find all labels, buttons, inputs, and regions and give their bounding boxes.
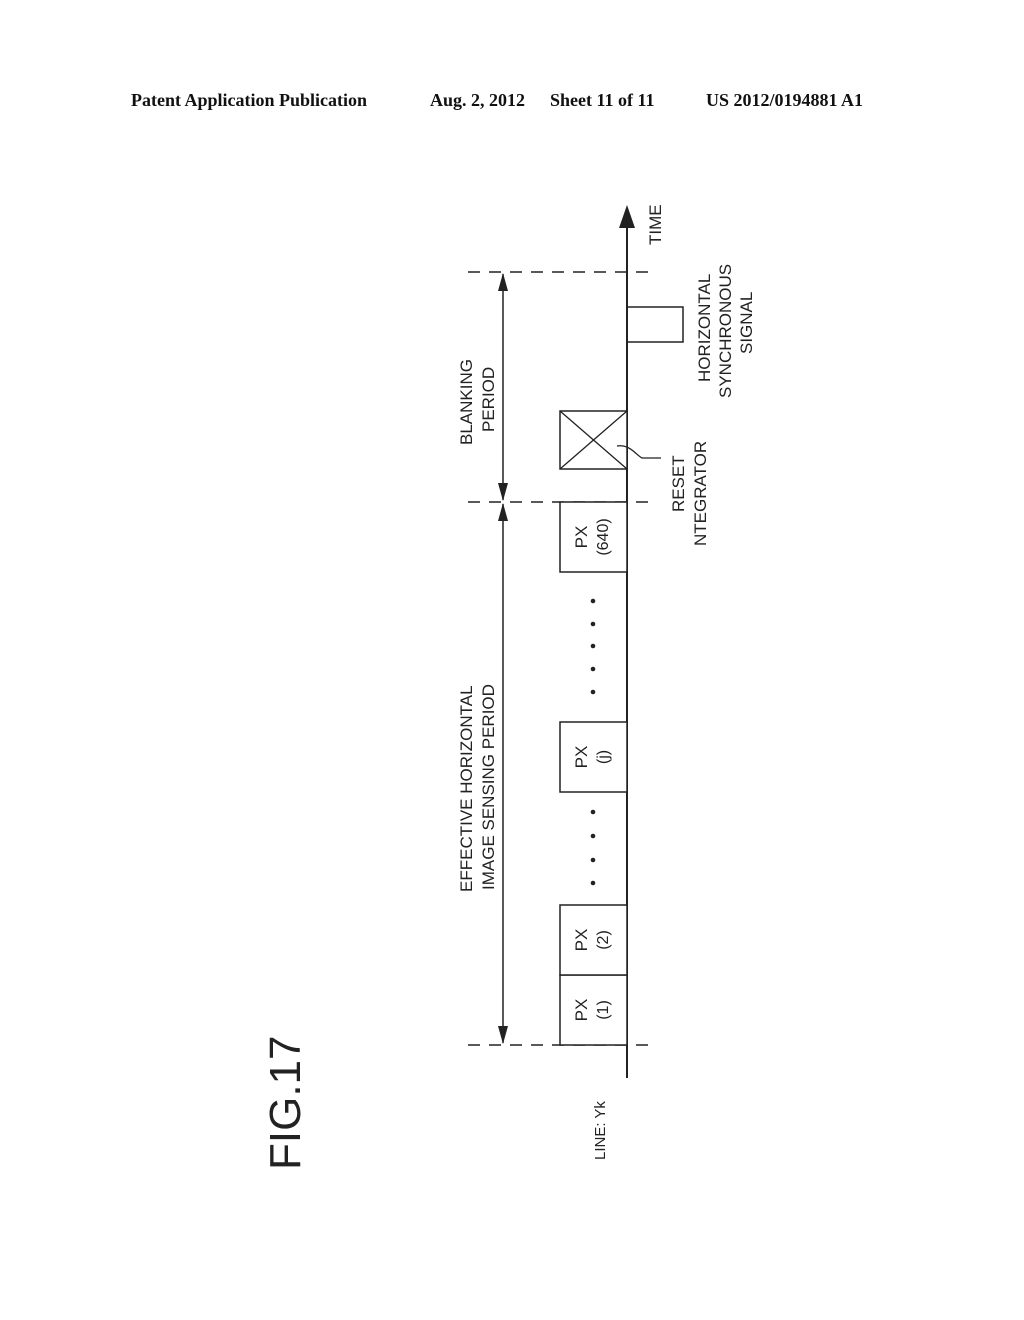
sync-signal-label-line3: SIGNAL xyxy=(737,292,756,354)
effective-period-label-line2: IMAGE SENSING PERIOD xyxy=(479,684,498,890)
blanking-arrowhead-bottom xyxy=(498,483,508,501)
pixel-box-1-name: PX xyxy=(572,999,591,1022)
blanking-arrowhead-top xyxy=(498,273,508,291)
pixel-box-640: PX (640) xyxy=(559,501,628,573)
pixel-box-j-index: (j) xyxy=(595,750,612,764)
effective-period-label-line1: EFFECTIVE HORIZONTAL xyxy=(457,685,476,892)
ellipsis-dots-upper xyxy=(590,598,596,695)
reset-integrator-label-line1: RESET xyxy=(669,455,688,512)
sync-signal-label-line1: HORIZONTAL xyxy=(695,274,714,382)
sync-signal-pulse xyxy=(627,306,684,343)
blanking-period-label-line2: PERIOD xyxy=(479,367,498,432)
ellipsis-dots-lower xyxy=(590,809,596,886)
pixel-box-2-name: PX xyxy=(572,929,591,952)
pixel-box-1-index: (1) xyxy=(595,1000,612,1020)
timing-diagram: FIG.17 LINE: Yk TIME BLANKING PERIOD EFF… xyxy=(261,204,756,1171)
pixel-box-2-index: (2) xyxy=(595,930,612,950)
time-axis-arrowhead xyxy=(619,205,635,228)
effective-arrowhead-bottom xyxy=(498,1026,508,1044)
pixel-box-j-name: PX xyxy=(572,746,591,769)
pixel-box-640-index: (640) xyxy=(595,518,612,555)
line-label: LINE: Yk xyxy=(592,1101,609,1160)
reset-integrator-box xyxy=(559,410,628,470)
pixel-box-1: PX (1) xyxy=(559,974,628,1046)
time-label: TIME xyxy=(646,204,665,245)
pixel-box-j: PX (j) xyxy=(559,721,628,793)
effective-arrowhead-top xyxy=(498,503,508,521)
sync-signal-label-line2: SYNCHRONOUS xyxy=(716,264,735,398)
pixel-box-2: PX (2) xyxy=(559,904,628,976)
blanking-period-line1: BLANKING xyxy=(457,359,476,445)
blanking-period-label: BLANKING xyxy=(457,359,476,445)
figure-label: FIG.17 xyxy=(261,1036,310,1171)
pixel-box-640-name: PX xyxy=(572,526,591,549)
reset-integrator-label-line2: NTEGRATOR xyxy=(691,441,710,546)
